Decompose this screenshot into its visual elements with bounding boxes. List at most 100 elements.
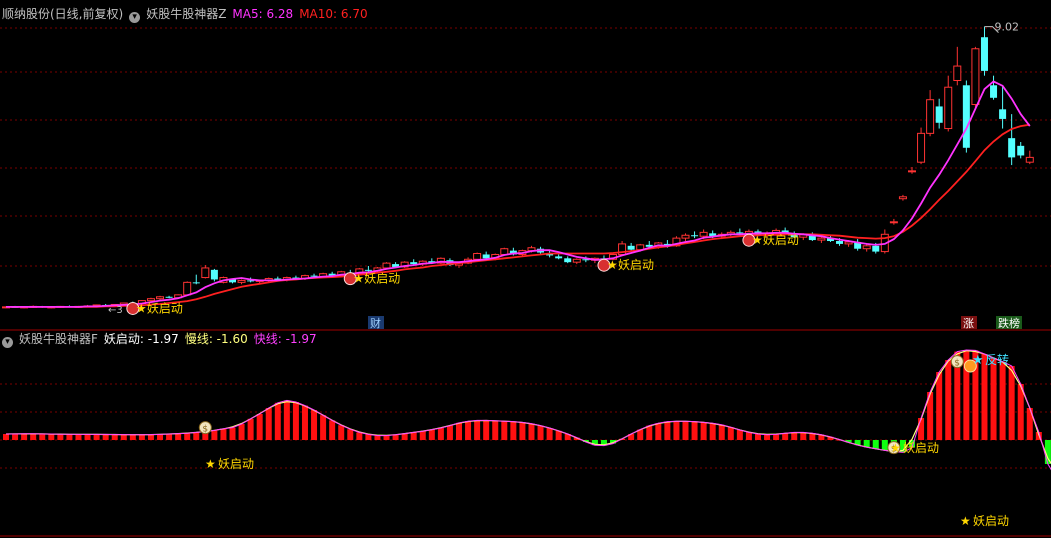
indicator-bar <box>709 423 716 440</box>
candle-body-down <box>627 245 635 250</box>
indicator-bar <box>437 428 444 440</box>
indicator-bar <box>664 421 671 440</box>
indicator-bar <box>682 421 689 440</box>
indicator-bar <box>419 431 426 440</box>
candle-body-up <box>382 262 391 269</box>
indicator-bar <box>211 430 218 440</box>
indicator-bar <box>274 402 281 440</box>
indicator-bar <box>30 433 37 440</box>
candle-body-down <box>192 282 200 284</box>
candle-body-down <box>736 232 744 234</box>
candle-body-down <box>980 37 988 71</box>
candle-body-down <box>1008 138 1016 158</box>
qidong-value: 妖启动: -1.97 <box>103 332 179 346</box>
indicator-bar <box>718 424 725 440</box>
diebang-badge: 跌榜 <box>998 316 1020 330</box>
indicator-bar <box>220 428 227 440</box>
indicator-bar <box>782 433 789 440</box>
indicator-bar <box>655 423 662 440</box>
sub-signal-star-icon: ★ <box>960 514 971 528</box>
sub-signal-star-icon: ★ <box>205 457 216 471</box>
candle-body-down <box>935 106 943 123</box>
indicator-bar <box>646 425 653 440</box>
signal-star-icon: ★ <box>752 233 763 247</box>
indicator-bar <box>292 402 299 440</box>
reversal-star-icon: ★ <box>972 353 984 368</box>
candle-body-up <box>862 245 871 250</box>
indicator-bar <box>247 418 254 440</box>
indicator-bar <box>265 408 272 440</box>
indicator-dropdown-icon[interactable]: ▾ <box>129 12 141 23</box>
indicator-bar <box>184 433 191 440</box>
indicator-bar <box>238 424 245 440</box>
indicator-bar <box>93 434 100 440</box>
fast-line-value: 快线: -1.97 <box>253 332 317 346</box>
indicator-bar <box>193 432 200 440</box>
candle-body-up <box>146 298 155 302</box>
signal-star-icon: ★ <box>607 258 618 272</box>
indicator-bar <box>347 429 354 440</box>
indicator-bar <box>546 428 553 440</box>
indicator-bar <box>21 433 28 440</box>
indicator-bar <box>872 440 879 449</box>
main-signal-label: 妖启动 <box>763 233 799 247</box>
main-signal-label: 妖启动 <box>147 301 183 315</box>
indicator-bar <box>48 434 55 440</box>
zhang-badge: 涨 <box>963 317 974 330</box>
indicator-bar <box>501 421 508 440</box>
indicator-bar <box>528 423 535 440</box>
ma5-line <box>6 80 1031 308</box>
indicator-bar <box>456 422 462 440</box>
candle-body-down <box>872 245 880 252</box>
indicator-bar <box>39 434 46 440</box>
candle-body-up <box>681 234 690 239</box>
indicator-bar <box>745 432 752 440</box>
kline-chart[interactable]: 9.02★ 妖启动★ 妖启动★ 妖启动★ 妖启动财涨跌榜$$$★ 妖启动★ 妖启动★ 妖启动★… <box>0 0 1051 538</box>
low-price-pointer: ←3 <box>108 305 123 316</box>
indicator-bar <box>329 420 336 440</box>
candle-body-up <box>156 296 165 300</box>
indicator-bar <box>492 420 499 440</box>
ma10-value: MA10: 6.70 <box>299 7 368 21</box>
indicator-bar <box>365 434 372 440</box>
indicator-bar <box>229 427 236 440</box>
candle-body-up <box>473 253 482 260</box>
indicator-bar <box>727 427 734 440</box>
indicator-bar <box>12 434 19 440</box>
candle-body-up <box>971 48 980 106</box>
signal-star-icon: ★ <box>353 272 364 286</box>
candle-body-down <box>999 109 1007 119</box>
sub-indicator-dropdown-icon[interactable]: ▾ <box>2 337 13 348</box>
signal-star-icon: ★ <box>136 301 147 315</box>
indicator-bar <box>120 434 127 440</box>
sub-indicator-name[interactable]: 妖股牛股神器F <box>19 332 98 346</box>
candle-body-up <box>237 279 246 283</box>
indicator-bar <box>428 429 435 440</box>
indicator-bar <box>374 435 381 440</box>
indicator-bar <box>754 434 761 440</box>
indicator-bar <box>483 420 490 440</box>
slow-line-value: 慢线: -1.60 <box>184 332 248 346</box>
indicator-bar <box>1008 366 1015 440</box>
candle-body-up <box>1025 156 1034 163</box>
candle-body-up <box>201 267 210 279</box>
indicator-bar <box>401 433 408 440</box>
main-indicator-name[interactable]: 妖股牛股神器Z <box>146 7 226 21</box>
reversal-label: 反转 <box>985 352 1009 367</box>
indicator-bar <box>999 361 1006 440</box>
indicator-bar <box>147 434 154 440</box>
indicator-bar <box>537 425 544 440</box>
indicator-bar <box>283 400 290 440</box>
candle-body-up <box>817 237 826 241</box>
indicator-bar <box>474 420 481 440</box>
indicator-bar <box>175 433 182 440</box>
cai-badge: 财 <box>370 316 381 330</box>
high-price-label: 9.02 <box>994 21 1019 34</box>
indicator-bar <box>465 421 472 440</box>
candle-body-down <box>482 254 490 259</box>
indicator-bar <box>410 432 417 440</box>
indicator-bar <box>936 372 943 440</box>
indicator-bar <box>990 358 997 440</box>
candle-body-down <box>990 85 998 98</box>
indicator-bar <box>166 434 173 440</box>
